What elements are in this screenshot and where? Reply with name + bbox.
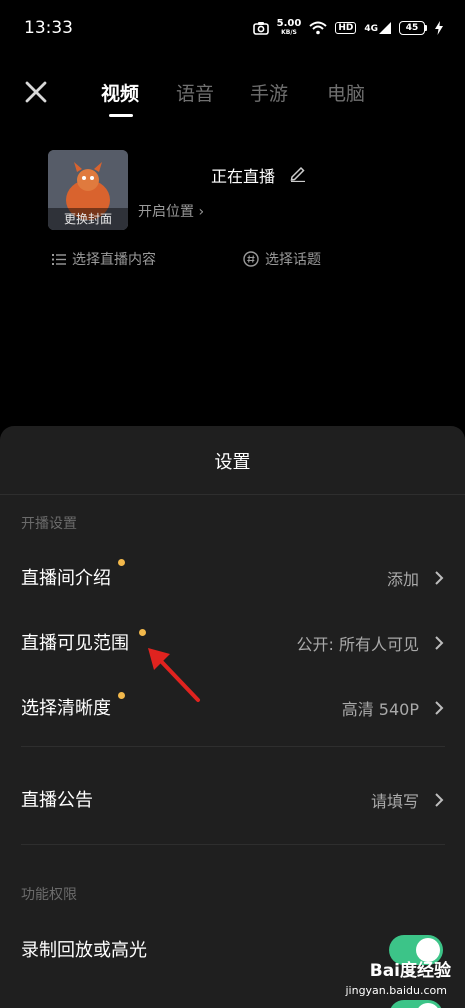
row-value: 请填写 bbox=[370, 792, 419, 811]
active-tab-indicator bbox=[109, 114, 133, 117]
network-type: 4G bbox=[364, 24, 378, 34]
row-value: 公开: 所有人可见 bbox=[296, 635, 419, 654]
row-resolution[interactable]: 选择清晰度 高清 540P bbox=[0, 682, 465, 734]
sheet-divider bbox=[0, 494, 465, 495]
tab-computer[interactable]: 电脑 bbox=[327, 79, 365, 106]
new-dot bbox=[139, 629, 146, 636]
status-time: 13:33 bbox=[24, 18, 73, 38]
camera-icon bbox=[252, 22, 269, 35]
hd-badge: HD bbox=[335, 22, 357, 34]
chevron-right-icon bbox=[435, 793, 444, 807]
row-label: 选择清晰度 bbox=[21, 698, 111, 719]
status-bar: 13:33 5.00 KB/S HD 4G 45 bbox=[0, 0, 465, 56]
battery-level: 45 bbox=[399, 21, 425, 35]
chevron-right-icon bbox=[435, 636, 444, 650]
watermark-url: jingyan.baidu.com bbox=[345, 984, 447, 997]
tab-video[interactable]: 视频 bbox=[101, 79, 139, 106]
edit-icon[interactable] bbox=[289, 164, 307, 182]
charging-icon bbox=[435, 21, 443, 35]
battery-icon: 45 bbox=[399, 21, 427, 35]
hashtag-icon bbox=[243, 251, 259, 267]
close-icon[interactable] bbox=[22, 78, 50, 106]
row-label: 录制回放或高光 bbox=[21, 940, 147, 961]
row-visibility-range[interactable]: 直播可见范围 公开: 所有人可见 bbox=[0, 617, 465, 669]
status-icons: 5.00 KB/S HD 4G 45 bbox=[252, 16, 443, 40]
network-speed: 5.00 KB/S bbox=[277, 19, 302, 37]
watermark-logo: Bai度经验 bbox=[369, 961, 451, 981]
row-label: 直播可见范围 bbox=[21, 633, 129, 654]
chevron-right-icon: › bbox=[198, 204, 205, 220]
network-speed-unit: KB/S bbox=[281, 29, 297, 36]
baidu-watermark: Bai度经验 jingyan.baidu.com bbox=[345, 956, 451, 1004]
row-label: 直播间介绍 bbox=[21, 568, 111, 589]
row-value: 添加 bbox=[386, 570, 419, 589]
live-title[interactable]: 正在直播 bbox=[211, 163, 275, 187]
sheet-title: 设置 bbox=[214, 452, 251, 473]
chevron-right-icon bbox=[435, 571, 444, 585]
tab-mobile-game[interactable]: 手游 bbox=[250, 79, 288, 106]
location-label: 开启位置 bbox=[138, 204, 194, 220]
location-toggle[interactable]: 开启位置 › bbox=[138, 201, 204, 221]
section-permissions: 功能权限 bbox=[21, 887, 77, 903]
divider bbox=[21, 746, 445, 747]
section-open-settings: 开播设置 bbox=[21, 516, 77, 532]
row-announcement[interactable]: 直播公告 请填写 bbox=[0, 774, 465, 826]
change-cover-label[interactable]: 更换封面 bbox=[48, 208, 128, 230]
choose-content-button[interactable]: 选择直播内容 bbox=[52, 249, 156, 269]
mode-tabs: 视频 语音 手游 电脑 bbox=[0, 70, 465, 120]
wifi-icon bbox=[309, 21, 327, 35]
network-speed-value: 5.00 bbox=[276, 18, 302, 29]
cover-image[interactable]: 更换封面 bbox=[48, 150, 128, 230]
choose-topic-label: 选择话题 bbox=[265, 252, 321, 268]
annotation-arrow-icon bbox=[148, 648, 200, 702]
row-label: 直播公告 bbox=[21, 790, 93, 811]
list-icon bbox=[52, 253, 66, 265]
tab-voice[interactable]: 语音 bbox=[176, 79, 214, 106]
new-dot bbox=[118, 692, 125, 699]
choose-content-label: 选择直播内容 bbox=[72, 252, 156, 268]
choose-topic-button[interactable]: 选择话题 bbox=[243, 249, 321, 269]
row-value: 高清 540P bbox=[341, 700, 419, 719]
signal-icon: 4G bbox=[364, 22, 391, 34]
chevron-right-icon bbox=[435, 701, 444, 715]
settings-sheet: 设置 开播设置 直播间介绍 添加 直播可见范围 公开: 所有人可见 选择清晰度 … bbox=[0, 426, 465, 1008]
new-dot bbox=[118, 559, 125, 566]
row-live-intro[interactable]: 直播间介绍 添加 bbox=[0, 552, 465, 604]
divider bbox=[21, 844, 445, 845]
